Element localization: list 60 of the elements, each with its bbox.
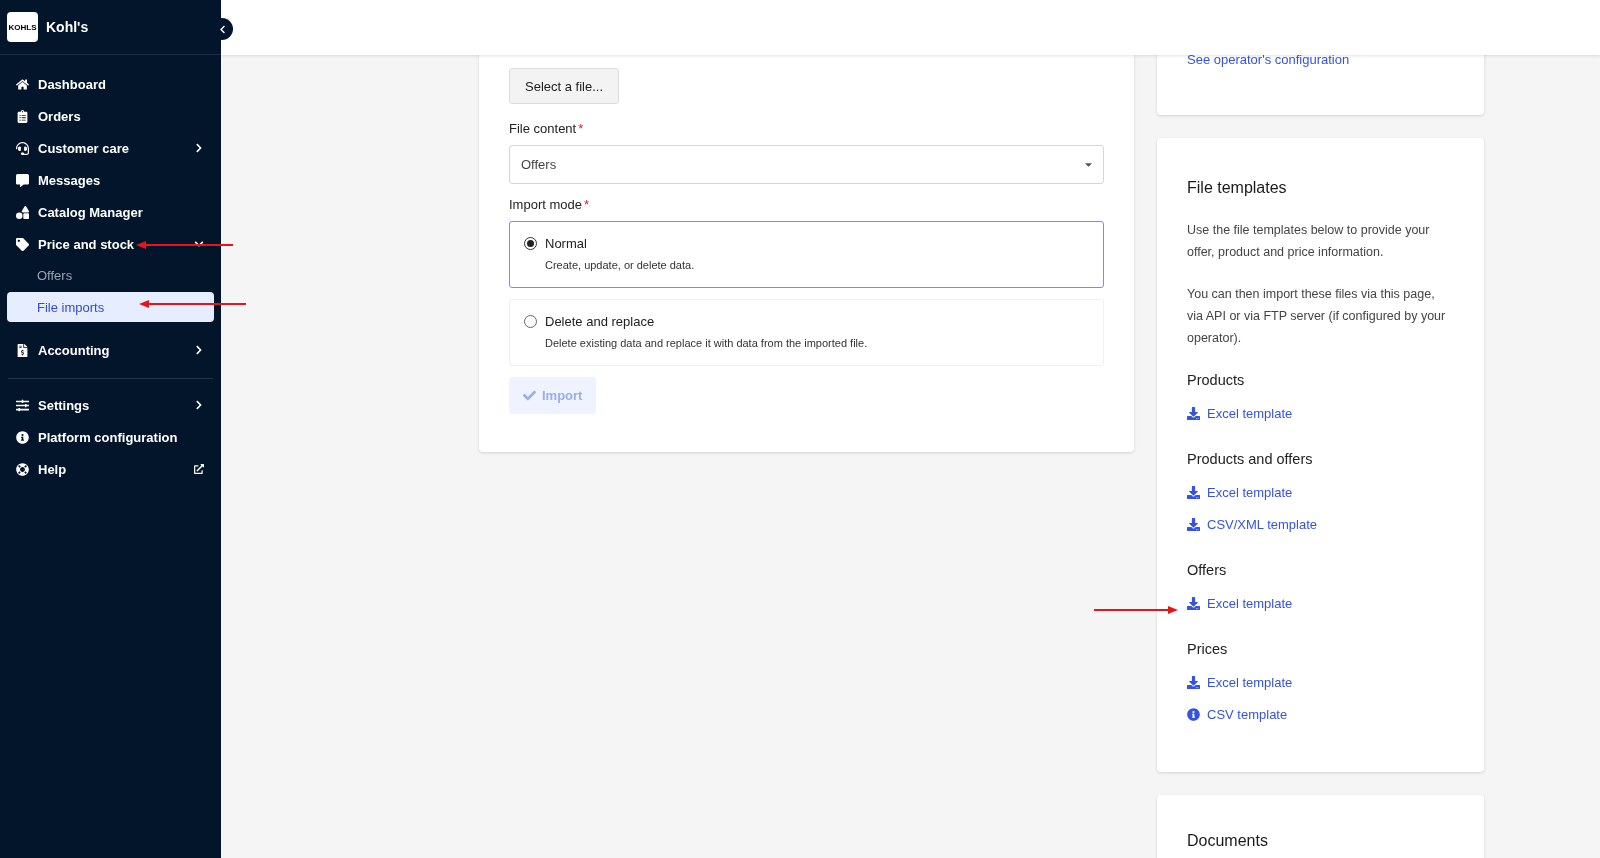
nav-item[interactable]: Customer care	[7, 132, 214, 164]
brand-logo: KOHLS	[7, 12, 38, 42]
check-icon	[523, 389, 536, 402]
field-label: Import mode	[509, 197, 582, 212]
sliders-icon	[15, 398, 29, 412]
info-icon	[15, 430, 29, 444]
shapes-icon	[15, 205, 29, 219]
tag-icon	[15, 237, 29, 251]
chevron-left-icon	[217, 24, 227, 34]
invoice-icon	[15, 343, 29, 357]
nav-item[interactable]: Dashboard	[7, 68, 214, 100]
required-mark: *	[584, 197, 590, 212]
nav-item[interactable]: Catalog Manager	[7, 196, 214, 228]
download-icon	[1187, 517, 1200, 531]
brand-name: Kohl's	[46, 19, 89, 35]
operator-config-link[interactable]: See operator's configuration	[1187, 52, 1350, 67]
download-icon	[1187, 675, 1200, 689]
nav-item[interactable]: Price and stock	[7, 228, 214, 260]
import-mode-option[interactable]: Normal Create, update, or delete data.	[509, 221, 1104, 288]
group-title: Prices	[1187, 640, 1229, 659]
nav-item[interactable]: Orders	[7, 100, 214, 132]
required-mark: *	[578, 121, 584, 136]
description-text: You can then import these files via this page, via API or via FTP server (if configured by your operator).	[1187, 286, 1447, 347]
chat-icon	[15, 173, 29, 187]
home-icon	[15, 77, 29, 91]
group-title: Products and offers	[1187, 450, 1314, 469]
import-mode-option[interactable]: Delete and replace Delete existing data and replace it with data from the imported file.	[509, 299, 1104, 366]
template-link[interactable]: CSV template	[1187, 706, 1288, 722]
lifebuoy-icon	[15, 462, 29, 476]
select-file-button[interactable]: Select a file...	[509, 68, 620, 104]
nav-item[interactable]: Settings	[7, 389, 214, 421]
card-title: Documents	[1187, 831, 1269, 850]
template-link[interactable]: Excel template	[1187, 595, 1293, 611]
nav-item[interactable]: Platform configuration	[7, 421, 214, 453]
download-icon	[1187, 406, 1200, 420]
group-title: Offers	[1187, 561, 1228, 580]
nav-subitem[interactable]: Offers	[7, 260, 214, 290]
template-link[interactable]: CSV/XML template	[1187, 516, 1318, 532]
download-icon	[1187, 596, 1200, 610]
nav-subitem[interactable]: File imports	[7, 292, 214, 322]
nav-item[interactable]: Help	[7, 453, 214, 485]
clipboard-icon	[15, 109, 29, 123]
option-description: Delete existing data and replace it with data from the imported file.	[544, 337, 869, 349]
info-icon	[1187, 707, 1200, 721]
group-title: Products	[1187, 371, 1246, 390]
option-description: Create, update, or delete data.	[544, 259, 696, 271]
download-icon	[1187, 485, 1200, 499]
template-link[interactable]: Excel template	[1187, 484, 1293, 500]
nav-item[interactable]: Accounting	[7, 334, 214, 366]
field-label: File content	[509, 121, 577, 136]
template-link[interactable]: Excel template	[1187, 405, 1293, 421]
option-title: Normal	[545, 236, 587, 251]
option-title: Delete and replace	[545, 314, 655, 329]
file-content-select[interactable]: Offers	[509, 145, 1104, 184]
template-link[interactable]: Excel template	[1187, 674, 1293, 690]
nav-item[interactable]: Messages	[7, 164, 214, 196]
card-title: File templates	[1187, 178, 1288, 197]
external-link-icon	[194, 464, 204, 474]
description-text: Use the file templates below to provide your offer, product and price information.	[1187, 222, 1431, 261]
headset-icon	[15, 141, 29, 155]
